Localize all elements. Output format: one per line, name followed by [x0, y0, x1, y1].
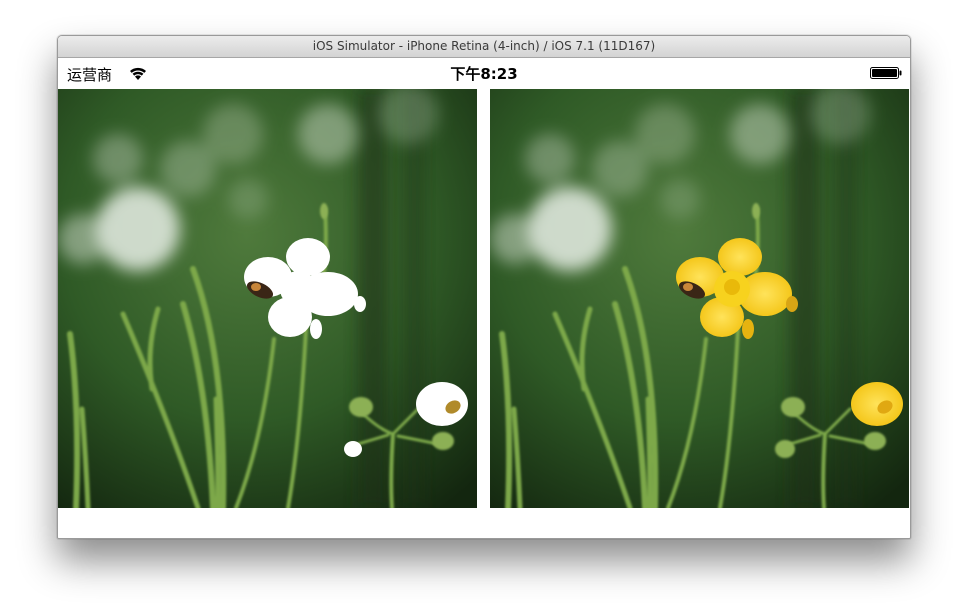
filtered-flower-photo: [58, 89, 477, 508]
battery-icon: [870, 67, 902, 79]
window-titlebar[interactable]: iOS Simulator - iPhone Retina (4-inch) /…: [58, 36, 910, 58]
device-screen: 运营商 下午8:23: [58, 58, 910, 538]
small-white-flower: [416, 382, 468, 426]
small-yellow-flower: [851, 382, 903, 426]
status-time: 下午8:23: [450, 65, 518, 83]
original-flower-photo: [490, 89, 909, 508]
ios-status-bar: 运营商 下午8:23: [58, 58, 910, 88]
simulator-window: iOS Simulator - iPhone Retina (4-inch) /…: [57, 35, 911, 539]
